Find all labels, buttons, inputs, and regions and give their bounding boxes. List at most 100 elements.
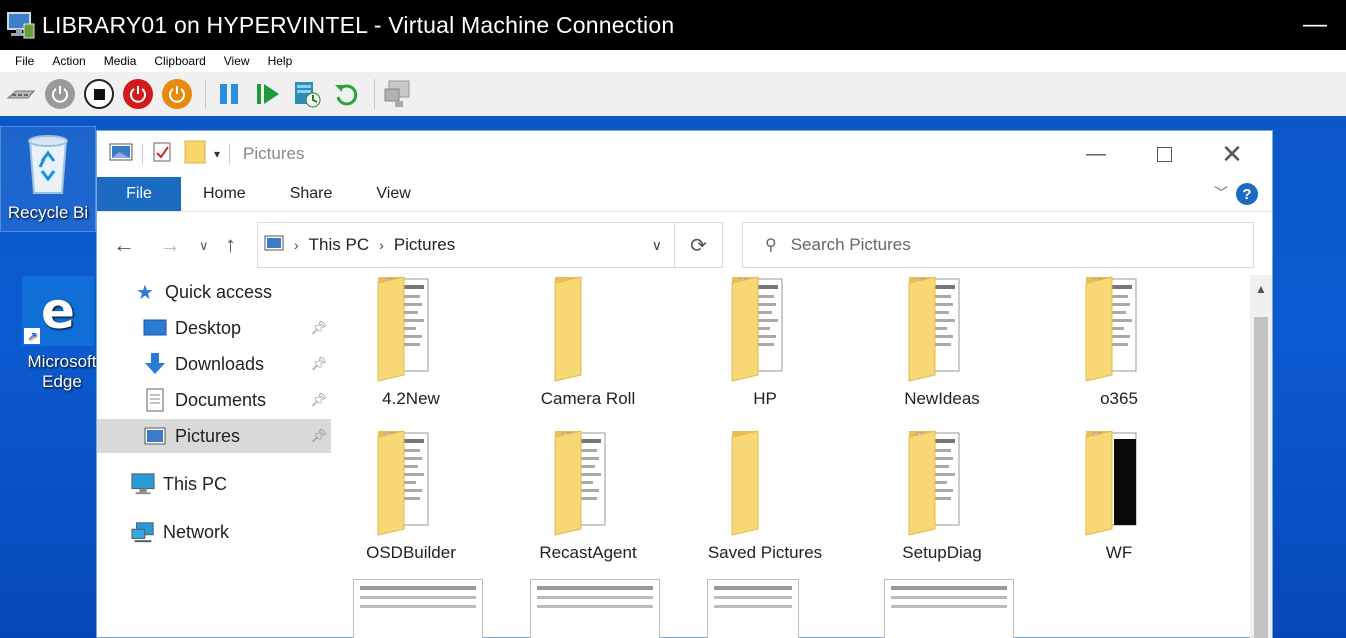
search-input[interactable] [790, 235, 1191, 255]
minimize-button[interactable]: — [1300, 10, 1330, 40]
start-icon[interactable] [43, 77, 77, 111]
scroll-up-icon[interactable]: ▲ [1250, 275, 1272, 303]
new-folder-icon[interactable] [184, 140, 206, 169]
scrollbar-thumb[interactable] [1254, 317, 1268, 638]
revert-icon[interactable] [329, 77, 363, 111]
explorer-title-bar: ▾ Pictures — ✕ [97, 131, 1272, 177]
file-thumbnail[interactable] [530, 579, 660, 638]
nav-pictures-label: Pictures [175, 425, 241, 446]
forward-arrow-icon[interactable]: → [159, 232, 181, 258]
save-icon[interactable] [160, 77, 194, 111]
folder-item[interactable]: RecastAgent [510, 429, 666, 563]
nav-this-pc-label: This PC [163, 473, 228, 494]
explorer-minimize-button[interactable]: — [1062, 131, 1130, 177]
nav-quick-access[interactable]: ★ Quick access [133, 275, 367, 309]
properties-icon[interactable] [152, 141, 172, 168]
turn-off-icon[interactable] [82, 77, 116, 111]
back-arrow-icon[interactable]: ← [113, 232, 135, 258]
file-thumbnail[interactable] [884, 579, 1014, 638]
menu-file[interactable]: File [0, 54, 43, 68]
explorer-close-button[interactable]: ✕ [1198, 131, 1266, 177]
nav-documents[interactable]: Documents 📌︎ [97, 383, 331, 417]
folder-item[interactable]: o365 [1041, 275, 1197, 409]
folder-name: WF [1105, 543, 1133, 562]
tab-file[interactable]: File [97, 177, 181, 211]
folder-item[interactable]: SetupDiag [864, 429, 1020, 563]
host-toolbar [0, 72, 1346, 116]
checkpoint-icon[interactable] [290, 77, 324, 111]
window-title: LIBRARY01 on HYPERVINTEL - Virtual Machi… [42, 11, 675, 38]
recycle-bin-icon [18, 131, 78, 197]
enhanced-session-icon[interactable] [381, 77, 415, 111]
ctrl-alt-del-icon[interactable] [4, 77, 38, 111]
pause-icon[interactable] [212, 77, 246, 111]
folder-icon [864, 275, 1020, 383]
recent-locations-chevron-icon[interactable]: ∨ [199, 238, 209, 254]
tab-view[interactable]: View [354, 177, 432, 211]
tab-share[interactable]: Share [268, 177, 355, 211]
folder-item[interactable]: 4.2New [333, 275, 489, 409]
file-thumbnail[interactable] [353, 579, 483, 638]
nav-network[interactable]: Network [131, 515, 365, 549]
folder-icon [687, 275, 843, 383]
breadcrumb-pictures[interactable]: Pictures [394, 235, 455, 255]
nav-network-label: Network [163, 521, 230, 542]
nav-pictures[interactable]: Pictures 📌︎ [97, 419, 331, 453]
pin-icon[interactable]: 📌︎ [310, 392, 327, 408]
address-bar[interactable]: › This PC › Pictures ∨ [257, 222, 675, 268]
menu-media[interactable]: Media [95, 54, 146, 68]
address-dropdown-icon[interactable]: ∨ [652, 237, 662, 254]
menu-view[interactable]: View [215, 54, 259, 68]
nav-desktop[interactable]: Desktop 📌︎ [97, 311, 331, 345]
refresh-button[interactable]: ⟳ [675, 222, 723, 268]
qat-separator [142, 144, 143, 164]
tab-home[interactable]: Home [181, 177, 268, 211]
nav-downloads[interactable]: Downloads 📌︎ [97, 347, 331, 381]
folder-item[interactable]: Camera Roll [510, 275, 666, 409]
folder-item[interactable]: HP [687, 275, 843, 409]
host-menu-bar: File Action Media Clipboard View Help [0, 50, 1346, 72]
search-icon: ⚲ [765, 237, 777, 254]
pictures-window-icon [109, 142, 133, 167]
folder-icon [510, 429, 666, 537]
nav-this-pc[interactable]: This PC [131, 467, 365, 501]
this-pc-icon [131, 472, 155, 496]
help-icon[interactable]: ? [1236, 183, 1258, 205]
menu-clipboard[interactable]: Clipboard [145, 54, 214, 68]
menu-help[interactable]: Help [259, 54, 302, 68]
menu-action[interactable]: Action [43, 54, 94, 68]
folder-item[interactable]: NewIdeas [864, 275, 1020, 409]
file-list-pane: 4.2New Camera Roll HP NewIdeas o365 OSDBuilde… [333, 275, 1249, 638]
shut-down-icon[interactable] [121, 77, 155, 111]
folder-icon [864, 429, 1020, 537]
folder-item[interactable]: OSDBuilder [333, 429, 489, 563]
file-thumbnail[interactable] [707, 579, 799, 638]
folder-name: 4.2New [382, 389, 440, 408]
search-box[interactable]: ⚲ [742, 222, 1254, 268]
nav-documents-label: Documents [175, 389, 267, 410]
pin-icon[interactable]: 📌︎ [310, 320, 327, 336]
folder-icon [1041, 275, 1197, 383]
desktop-recycle-bin[interactable]: Recycle Bi [0, 126, 96, 232]
ribbon-expand-icon[interactable]: ﹀ [1214, 183, 1228, 203]
folder-item[interactable]: WF [1041, 429, 1197, 563]
breadcrumb-separator-icon[interactable]: › [294, 237, 299, 253]
folder-item[interactable]: Saved Pictures [687, 429, 843, 563]
folder-icon [687, 429, 843, 537]
breadcrumb-separator-icon[interactable]: › [379, 237, 384, 253]
nav-desktop-label: Desktop [175, 317, 242, 338]
explorer-maximize-button[interactable] [1130, 131, 1198, 177]
explorer-window-title: Pictures [243, 144, 305, 163]
pin-icon[interactable]: 📌︎ [310, 428, 327, 444]
breadcrumb-this-pc[interactable]: This PC [309, 235, 369, 255]
resume-icon[interactable] [251, 77, 285, 111]
qat-dropdown-icon[interactable]: ▾ [214, 147, 220, 161]
nav-quick-access-label: Quick access [165, 281, 273, 302]
pin-icon[interactable]: 📌︎ [310, 356, 327, 372]
downloads-icon [143, 352, 167, 376]
recycle-bin-label: Recycle Bi [7, 203, 89, 222]
folder-name: SetupDiag [902, 543, 982, 562]
pictures-icon [143, 424, 167, 448]
vertical-scrollbar[interactable]: ▲ [1250, 275, 1272, 638]
up-arrow-icon[interactable]: ↑ [225, 232, 236, 258]
